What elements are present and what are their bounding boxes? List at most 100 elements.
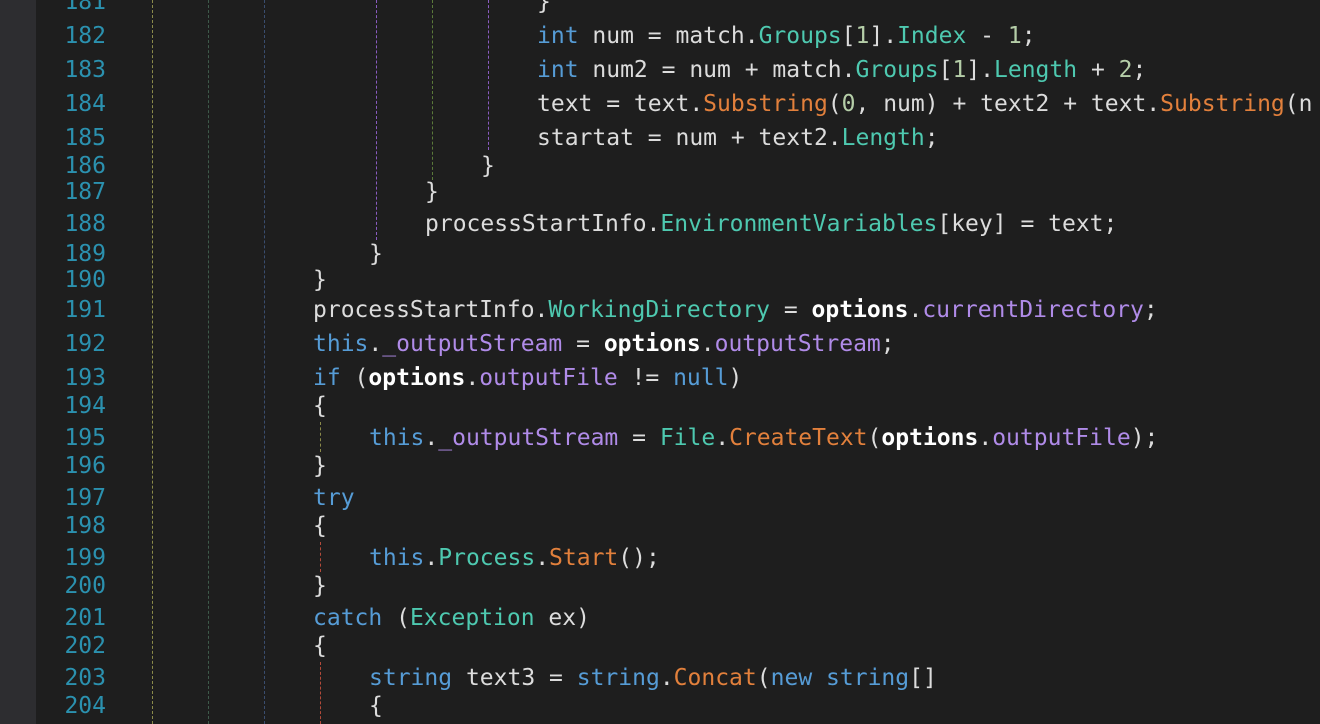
code-token: (	[340, 365, 369, 391]
code-line[interactable]: }	[481, 152, 495, 180]
code-token: string	[576, 665, 660, 691]
code-token: ();	[618, 545, 660, 571]
code-token: .	[368, 331, 383, 357]
code-token: Process	[438, 545, 536, 571]
code-token: File	[659, 425, 716, 451]
code-token: try	[313, 485, 355, 511]
code-line[interactable]: string text3 = string.Concat(new string[…	[369, 664, 937, 692]
code-line[interactable]: }	[369, 240, 383, 268]
code-line[interactable]: startat = num + text2.Length;	[537, 124, 939, 152]
code-token: num = match.	[578, 23, 759, 49]
code-token: CreateText	[729, 425, 868, 451]
code-line[interactable]: }	[313, 266, 327, 294]
code-line[interactable]: this.Process.Start();	[369, 544, 660, 572]
code-token: options	[881, 425, 979, 451]
code-token: ;	[1132, 57, 1147, 83]
code-token: num2 = num + match.	[578, 57, 856, 83]
code-token: 1	[1007, 23, 1022, 49]
code-token: 1	[855, 23, 870, 49]
code-line[interactable]: catch (Exception ex)	[313, 604, 590, 632]
code-token: [	[841, 23, 856, 49]
code-token: int	[537, 23, 579, 49]
code-token: ].	[966, 57, 995, 83]
code-area[interactable]: } int num = match.Groups[1].Index - 1; int…	[0, 0, 1320, 724]
code-token: _outputStream	[382, 331, 563, 357]
code-token: , num) + text2 + text.	[855, 91, 1161, 117]
code-token: null	[673, 365, 729, 391]
code-token: if	[313, 365, 341, 391]
code-token: {	[313, 513, 327, 539]
code-token: processStartInfo.	[313, 297, 549, 323]
code-line[interactable]: if (options.outputFile != null)	[313, 364, 742, 392]
code-token: (n	[1284, 91, 1313, 117]
code-token: =	[769, 297, 812, 323]
code-token: .	[715, 425, 730, 451]
code-token: Exception	[409, 605, 535, 631]
code-token: outputFile	[479, 365, 618, 391]
code-token: int	[537, 57, 579, 83]
code-token: =	[618, 425, 660, 451]
code-line[interactable]: try	[313, 484, 355, 512]
code-token: Length	[994, 57, 1078, 83]
code-line[interactable]: processStartInfo.WorkingDirectory = opti…	[313, 296, 1158, 324]
code-token: outputStream	[714, 331, 881, 357]
code-token: WorkingDirectory	[548, 297, 770, 323]
code-token: {	[313, 633, 327, 659]
code-token: .	[535, 545, 550, 571]
code-token: 2	[1118, 57, 1133, 83]
code-token: text = text.	[537, 91, 704, 117]
code-token: }	[313, 573, 327, 599]
code-token: }	[481, 153, 495, 179]
code-token: .	[908, 297, 923, 323]
code-token: }	[313, 267, 327, 293]
code-editor[interactable]: 181 182 183 184 185 186 187 188 189 190 191 192 193 1…	[0, 0, 1320, 724]
code-line[interactable]: {	[313, 392, 327, 420]
code-token: .	[424, 425, 439, 451]
code-token: Concat	[673, 665, 757, 691]
code-token: outputFile	[992, 425, 1131, 451]
code-line[interactable]: int num2 = num + match.Groups[1].Length …	[537, 56, 1146, 84]
code-line[interactable]: this._outputStream = options.outputStrea…	[313, 330, 895, 358]
code-token: ;	[880, 331, 895, 357]
code-line[interactable]: text = text.Substring(0, num) + text2 + …	[537, 90, 1312, 118]
code-token: _outputStream	[438, 425, 619, 451]
code-token: .	[424, 545, 439, 571]
code-token: .	[659, 665, 674, 691]
code-line[interactable]: }	[313, 572, 327, 600]
code-token: processStartInfo.	[425, 211, 661, 237]
code-token: .	[465, 365, 480, 391]
code-token: [	[938, 57, 953, 83]
code-token: {	[313, 393, 327, 419]
code-line[interactable]: {	[313, 512, 327, 540]
code-token: Substring	[703, 91, 828, 117]
code-token: )	[728, 365, 743, 391]
code-token: (	[756, 665, 771, 691]
code-token: );	[1130, 425, 1159, 451]
code-token: new	[770, 665, 813, 691]
code-token: this	[369, 545, 425, 571]
code-token: ;	[1143, 297, 1158, 323]
code-line[interactable]: }	[537, 0, 551, 16]
code-token: }	[369, 241, 383, 267]
code-line[interactable]: this._outputStream = File.CreateText(opt…	[369, 424, 1158, 452]
code-token: 0	[841, 91, 856, 117]
code-token: []	[909, 665, 937, 691]
code-token: ex)	[534, 605, 590, 631]
code-token: options	[811, 297, 909, 323]
code-line[interactable]: }	[425, 178, 439, 206]
code-line[interactable]: }	[313, 452, 327, 480]
code-line[interactable]: int num = match.Groups[1].Index - 1;	[537, 22, 1036, 50]
code-token: [key] = text;	[937, 211, 1118, 237]
code-line[interactable]: {	[313, 632, 327, 660]
code-line[interactable]: processStartInfo.EnvironmentVariables[ke…	[425, 210, 1117, 238]
code-token: ;	[1021, 23, 1036, 49]
code-token: !=	[617, 365, 674, 391]
code-token: }	[537, 0, 551, 15]
code-token: -	[966, 23, 1008, 49]
code-line[interactable]: {	[369, 692, 383, 720]
code-token: Length	[841, 125, 925, 151]
code-token: Start	[549, 545, 619, 571]
code-token: }	[425, 179, 439, 205]
code-token: ;	[924, 125, 939, 151]
